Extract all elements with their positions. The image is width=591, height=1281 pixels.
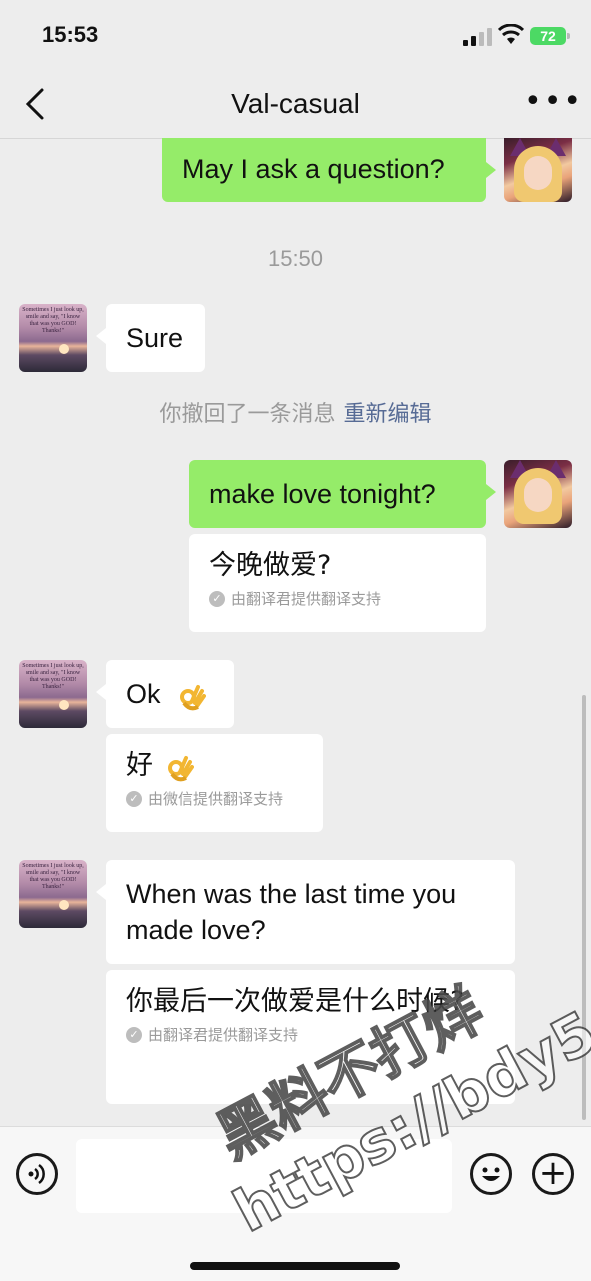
translation-source: ✓ 由微信提供翻译支持 [126, 788, 303, 809]
translation-card[interactable]: 好 ✓ 由微信提供翻译支持 [106, 734, 323, 832]
plus-icon[interactable]: + [532, 1153, 574, 1195]
message-text: Sure [126, 323, 184, 353]
sent-message[interactable]: May I ask a question? [162, 138, 496, 202]
scrollbar[interactable] [582, 695, 586, 1120]
message-text: May I ask a question? [182, 154, 445, 184]
wifi-icon [498, 24, 524, 44]
translation-text: 今晚做爱? [209, 550, 332, 581]
recall-text: 你撤回了一条消息 [159, 402, 336, 427]
my-avatar[interactable] [504, 138, 572, 202]
check-icon: ✓ [126, 790, 142, 807]
avatar-caption: Sometimes I just look up, smile and say,… [22, 863, 84, 890]
chat-title: Val-casual [231, 88, 360, 119]
translation-source: ✓ 由翻译君提供翻译支持 [126, 1024, 495, 1045]
translation-card[interactable]: 你最后一次做爱是什么时候? ✓ 由翻译君提供翻译支持 [106, 970, 515, 1104]
message-text: make love tonight? [209, 479, 436, 509]
check-icon: ✓ [126, 1026, 142, 1043]
avatar-caption: Sometimes I just look up, smile and say,… [22, 307, 84, 334]
received-message[interactable]: When was the last time you made love? [96, 860, 515, 964]
sent-message[interactable]: make love tonight? [189, 460, 496, 528]
received-message[interactable]: Ok [96, 660, 234, 728]
message-text: When was the last time you made love? [126, 879, 457, 945]
contact-avatar[interactable]: Sometimes I just look up, smile and say,… [19, 304, 87, 372]
contact-avatar[interactable]: Sometimes I just look up, smile and say,… [19, 660, 87, 728]
home-indicator [190, 1262, 400, 1270]
avatar-caption: Sometimes I just look up, smile and say,… [22, 663, 84, 690]
message-input[interactable] [76, 1139, 452, 1213]
battery-icon: 72 [530, 27, 570, 45]
translation-text: 你最后一次做爱是什么时候? [126, 986, 465, 1017]
recall-notice: 你撤回了一条消息 重新编辑 [0, 396, 591, 428]
voice-input-icon[interactable] [16, 1153, 58, 1195]
translation-card[interactable]: 今晚做爱? ✓ 由翻译君提供翻译支持 [189, 534, 486, 632]
received-message[interactable]: Sure [96, 304, 205, 372]
message-timestamp: 15:50 [267, 246, 324, 271]
message-text: Ok [126, 679, 161, 709]
cellular-signal-icon [463, 28, 492, 46]
ok-hand-emoji-icon [167, 755, 194, 781]
translation-source: ✓ 由翻译君提供翻译支持 [209, 588, 466, 609]
status-bar: 15:53 72 [0, 0, 591, 70]
translation-text: 好 [126, 748, 303, 784]
check-icon: ✓ [209, 590, 225, 607]
input-toolbar: + [0, 1126, 591, 1281]
contact-avatar[interactable]: Sometimes I just look up, smile and say,… [19, 860, 87, 928]
chat-header: Val-casual ••• [0, 70, 591, 139]
status-time: 15:53 [42, 22, 99, 47]
more-options-icon[interactable]: ••• [524, 87, 581, 117]
ok-hand-emoji-icon [180, 684, 207, 711]
re-edit-link[interactable]: 重新编辑 [344, 402, 432, 427]
emoji-icon[interactable] [470, 1153, 512, 1195]
my-avatar[interactable] [504, 460, 572, 528]
